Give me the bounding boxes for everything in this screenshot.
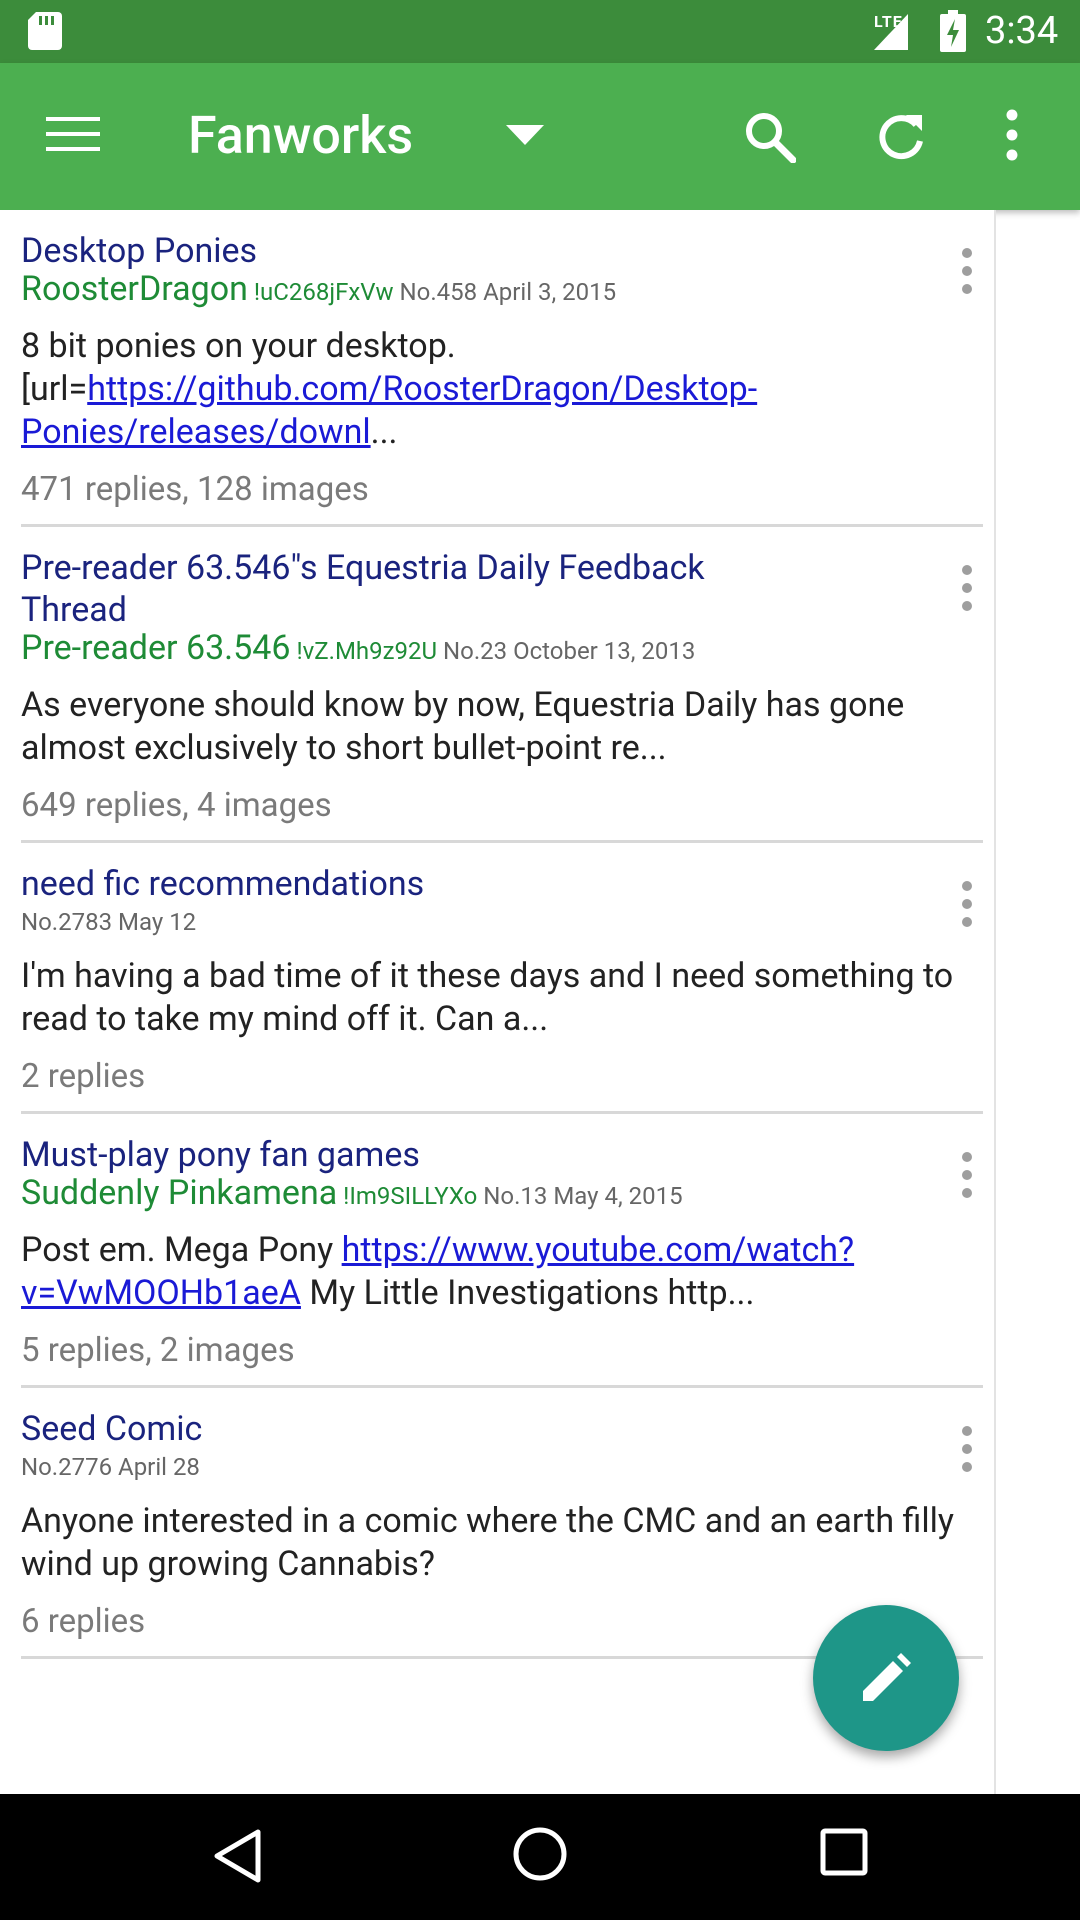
thread-number: No.13 xyxy=(483,1182,548,1210)
thread-stats: 5 replies, 2 images xyxy=(21,1331,295,1370)
thread-title: Pre-reader 63.546"s Equestria Daily Feed… xyxy=(21,548,705,630)
thread-overflow-icon[interactable] xyxy=(956,1150,978,1200)
thread-item[interactable]: Desktop Ponies RoosterDragon !uC268jFxVw… xyxy=(0,210,983,527)
thread-item[interactable]: Must-play pony fan games Suddenly Pinkam… xyxy=(0,1114,983,1388)
thread-overflow-icon[interactable] xyxy=(956,563,978,613)
thread-date: October 13, 2013 xyxy=(513,637,696,665)
refresh-icon[interactable] xyxy=(876,111,926,161)
thread-title: Desktop Ponies xyxy=(21,231,258,271)
network-type: LTE xyxy=(874,12,903,31)
thread-overflow-icon[interactable] xyxy=(956,246,978,296)
thread-date: April 3, 2015 xyxy=(483,278,617,306)
thread-number: No.23 xyxy=(443,637,508,665)
recent-apps-icon[interactable] xyxy=(820,1828,868,1876)
board-title[interactable]: Fanworks xyxy=(188,105,413,167)
home-icon[interactable] xyxy=(512,1826,568,1882)
app-bar: Fanworks xyxy=(0,63,1080,210)
thread-title: Must-play pony fan games xyxy=(21,1135,420,1175)
thread-excerpt: As everyone should know by now, Equestri… xyxy=(21,685,905,768)
thread-item[interactable]: Seed Comic No.2776 April 28 Anyone inter… xyxy=(0,1388,983,1659)
thread-meta: Pre-reader 63.546 !vZ.Mh9z92U No.23 Octo… xyxy=(21,631,981,668)
thread-meta: No.2776 April 28 xyxy=(21,1450,981,1484)
thread-overflow-icon[interactable] xyxy=(956,879,978,929)
hamburger-menu-icon[interactable] xyxy=(46,117,100,151)
thread-excerpt: I'm having a bad time of it these days a… xyxy=(21,956,954,1039)
thread-excerpt: 8 bit ponies on your desktop. [url=https… xyxy=(21,326,758,452)
thread-number: No.2783 xyxy=(21,908,113,936)
battery-charging-icon xyxy=(940,10,966,52)
thread-author: Pre-reader 63.546 xyxy=(21,628,291,668)
thread-date: April 28 xyxy=(118,1453,200,1481)
thread-number: No.2776 xyxy=(21,1453,113,1481)
thread-excerpt: Anyone interested in a comic where the C… xyxy=(21,1501,954,1584)
thread-meta: Suddenly Pinkamena !Im9SILLYXo No.13 May… xyxy=(21,1176,981,1213)
thread-excerpt: Post em. Mega Pony https://www.youtube.c… xyxy=(21,1230,855,1313)
search-icon[interactable] xyxy=(744,111,796,163)
pencil-icon xyxy=(863,1653,911,1701)
thread-tripcode: !uC268jFxVw xyxy=(253,278,394,306)
list-edge-divider xyxy=(994,210,996,1794)
thread-number: No.458 xyxy=(399,278,478,306)
thread-tripcode: !Im9SILLYXo xyxy=(343,1182,478,1210)
thread-stats: 2 replies xyxy=(21,1057,146,1096)
thread-overflow-icon[interactable] xyxy=(956,1424,978,1474)
thread-stats: 649 replies, 4 images xyxy=(21,786,332,825)
thread-author: Suddenly Pinkamena xyxy=(21,1173,338,1213)
thread-item[interactable]: need fic recommendations No.2783 May 12 … xyxy=(0,843,983,1114)
back-icon[interactable] xyxy=(212,1828,262,1884)
thread-list[interactable]: Desktop Ponies RoosterDragon !uC268jFxVw… xyxy=(0,210,994,1794)
clock: 3:34 xyxy=(985,9,1059,53)
thread-tripcode: !vZ.Mh9z92U xyxy=(296,637,438,665)
status-bar: LTE 3:34 xyxy=(0,0,1080,63)
thread-stats: 471 replies, 128 images xyxy=(21,470,369,509)
system-navigation-bar xyxy=(0,1794,1080,1920)
thread-item[interactable]: Pre-reader 63.546"s Equestria Daily Feed… xyxy=(0,527,983,843)
thread-meta: No.2783 May 12 xyxy=(21,905,981,939)
thread-date: May 12 xyxy=(118,908,197,936)
thread-title: need fic recommendations xyxy=(21,864,425,904)
sd-card-icon xyxy=(28,12,62,50)
thread-author: RoosterDragon xyxy=(21,269,248,309)
new-thread-fab-button[interactable] xyxy=(813,1605,959,1751)
overflow-menu-icon[interactable] xyxy=(1000,109,1024,161)
dropdown-arrow-icon[interactable] xyxy=(506,125,544,147)
thread-date: May 4, 2015 xyxy=(553,1182,683,1210)
thread-title: Seed Comic xyxy=(21,1409,203,1449)
thread-meta: RoosterDragon !uC268jFxVw No.458 April 3… xyxy=(21,272,981,309)
